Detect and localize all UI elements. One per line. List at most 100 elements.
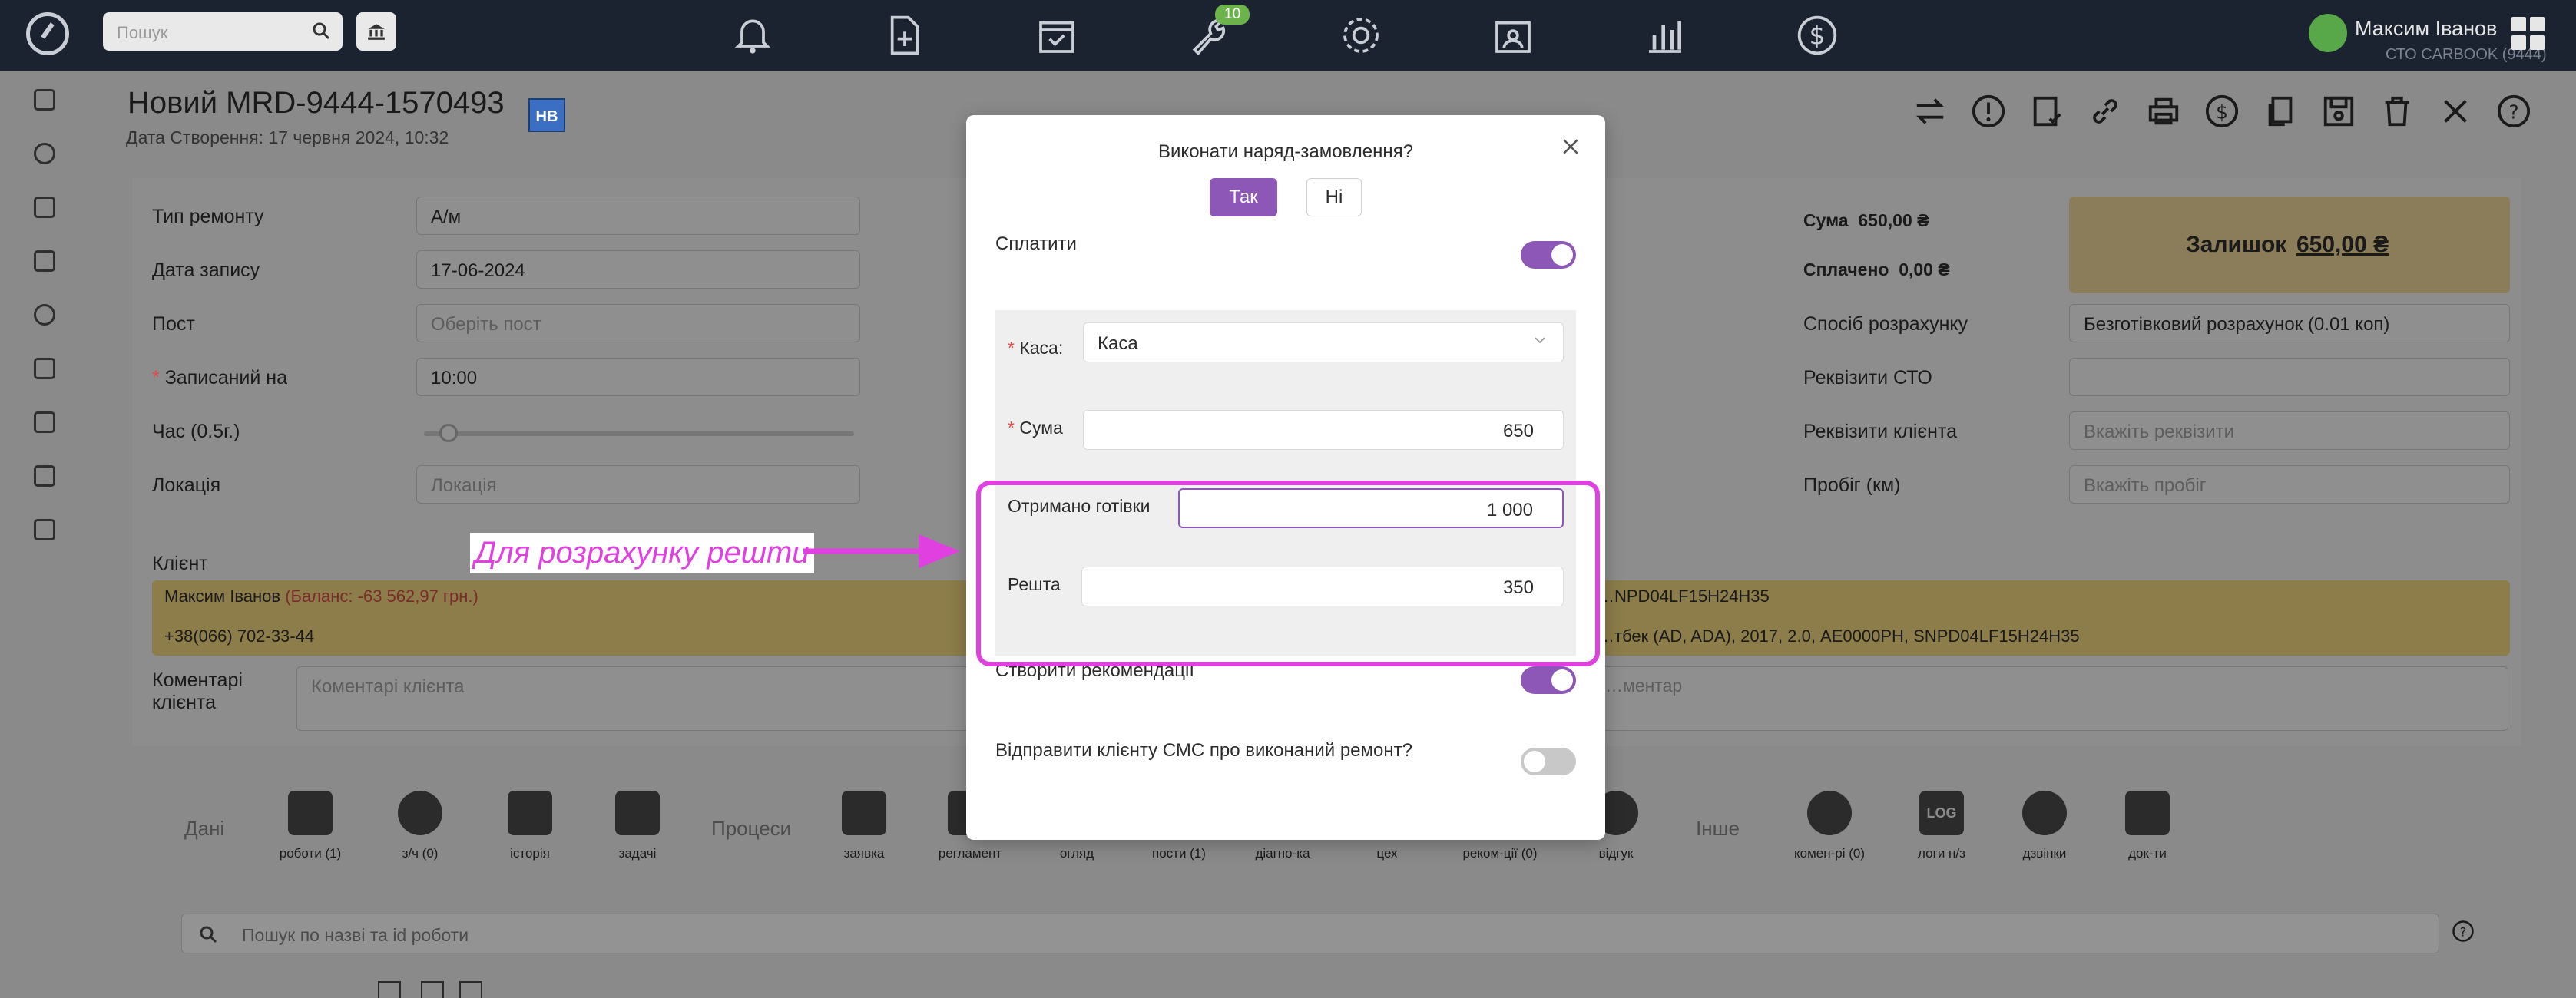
bank-icon (368, 24, 385, 40)
sidebar-analytics-icon[interactable] (34, 358, 55, 379)
sidebar-users-icon[interactable] (34, 304, 55, 326)
bank-button[interactable] (356, 12, 396, 51)
location-placeholder: Локація (431, 475, 497, 496)
search-placeholder: Пошук (117, 23, 168, 42)
sidebar-list-icon[interactable] (34, 519, 55, 540)
tab-label: відгук (1598, 846, 1634, 861)
sidebar-cashbox-icon[interactable] (34, 411, 55, 433)
alert-icon[interactable] (1971, 94, 2006, 129)
tabs-section-data: Дані (184, 817, 225, 840)
time-label: Час (0.5г.) (152, 421, 240, 442)
user-avatar[interactable] (2309, 14, 2347, 52)
calendar-person-icon[interactable] (1492, 14, 1535, 57)
apps-grid-icon[interactable] (2511, 17, 2545, 51)
tab-label: історія (510, 846, 550, 861)
global-search-input[interactable]: Пошук (103, 12, 343, 51)
sidebar-dashboard-icon[interactable] (34, 143, 55, 164)
sum-input[interactable]: 650 (1083, 410, 1564, 450)
pay-toggle[interactable] (1521, 241, 1576, 269)
tab-logs[interactable]: LOG логи н/з (1896, 791, 1988, 875)
tab-works[interactable]: роботи (1) (264, 791, 356, 875)
sto-requisites-label: Реквізити СТО (1803, 367, 1932, 388)
copy-icon[interactable] (2263, 94, 2298, 129)
payment-icon[interactable]: $ (2204, 94, 2240, 129)
mileage-input[interactable]: Вкажіть пробіг (2069, 465, 2510, 504)
tab-parts[interactable]: з/ч (0) (374, 791, 466, 875)
booked-label: * Записаний на (152, 367, 287, 389)
mileage-placeholder: Вкажіть пробіг (2084, 475, 2207, 496)
notification-badge: 10 (1215, 5, 1250, 25)
tab-history[interactable]: історія (484, 791, 576, 875)
table-icon[interactable] (459, 981, 482, 998)
phone-icon (2022, 791, 2067, 835)
bar-chart-icon[interactable] (1644, 14, 1687, 57)
cash-value: Каса (1098, 333, 1138, 354)
tree-icon[interactable] (421, 981, 444, 998)
carbook-logo-icon[interactable] (26, 12, 69, 55)
top-bar: Пошук 10 $ Максим Іванов СТО CARBOOK (94… (0, 0, 2576, 71)
no-button[interactable]: Ні (1306, 178, 1362, 216)
post-label: Пост (152, 313, 195, 335)
repair-type-select[interactable]: А/м (416, 197, 860, 235)
tab-label: заявка (843, 846, 885, 861)
booked-time-input[interactable]: 10:00 (416, 358, 860, 396)
sum-label: Сума (1803, 210, 1849, 230)
help-icon[interactable]: ? (2496, 94, 2531, 129)
time-slider[interactable] (424, 431, 854, 436)
client-name[interactable]: Максим Іванов (Баланс: -63 562,97 грн.) (164, 587, 478, 606)
save-icon[interactable] (2321, 94, 2356, 129)
print-icon[interactable] (2146, 94, 2181, 129)
link-icon[interactable] (2088, 94, 2123, 129)
tab-comments[interactable]: комен-рі (0) (1783, 791, 1876, 875)
work-search-input[interactable]: Пошук по назві та id роботи (181, 914, 2439, 953)
add-row-icon[interactable] (378, 981, 401, 998)
sum-value: 650,00 ₴ (1858, 210, 1929, 230)
sidebar-inbox-icon[interactable] (34, 197, 55, 218)
tab-label: пости (1) (1152, 846, 1206, 861)
close-page-icon[interactable] (2438, 94, 2473, 129)
sidebar-laptop-icon[interactable] (34, 89, 55, 111)
checklist-icon[interactable] (2029, 94, 2064, 129)
user-name[interactable]: Максим Іванов (2355, 17, 2497, 41)
record-date-input[interactable]: 17-06-2024 (416, 250, 860, 289)
client-requisites-label: Реквізити клієнта (1803, 421, 1958, 442)
sidebar-reports-icon[interactable] (34, 465, 55, 487)
yes-button[interactable]: Так (1210, 178, 1277, 216)
tab-documents[interactable]: док-ти (2101, 791, 2194, 875)
calendar-check-icon[interactable] (1035, 14, 1078, 57)
tab-request[interactable]: заявка (818, 791, 910, 875)
create-recommendations-toggle[interactable] (1521, 666, 1576, 694)
tab-calls[interactable]: дзвінки (1998, 791, 2091, 875)
client-requisites-select[interactable]: Вкажіть реквізити (2069, 411, 2510, 450)
client-car[interactable]: …тбек (AD, ADA), 2017, 2.0, AE0000PH, SN… (1598, 626, 2080, 646)
transfer-icon[interactable] (1912, 94, 1948, 129)
new-document-icon[interactable] (883, 14, 926, 57)
gear-icon[interactable] (1339, 14, 1382, 57)
tabs-section-processes: Процеси (711, 817, 792, 840)
tab-label: діагно-ка (1255, 846, 1310, 861)
cash-label-text: Каса (1019, 338, 1058, 358)
client-requisites-placeholder: Вкажіть реквізити (2084, 421, 2235, 442)
time-slider-handle[interactable] (439, 424, 458, 442)
tools-icon (288, 791, 333, 835)
help-circle-icon[interactable]: ? (2452, 920, 2475, 943)
payment-method-select[interactable]: Безготівковий розрахунок (0.01 коп) (2069, 304, 2510, 342)
tab-tasks[interactable]: задачі (591, 791, 684, 875)
log-icon: LOG (1919, 791, 1964, 835)
sto-requisites-select[interactable] (2069, 358, 2510, 396)
required-mark: * (1008, 338, 1020, 358)
client-phone[interactable]: +38(066) 702-33-44 (164, 626, 314, 646)
cash-select[interactable]: Каса (1083, 322, 1564, 362)
comments-icon (1807, 791, 1852, 835)
sum-label: * Сума (1008, 418, 1063, 438)
trash-icon[interactable] (2379, 94, 2415, 129)
tab-label: з/ч (0) (402, 846, 439, 861)
send-sms-toggle[interactable] (1521, 748, 1576, 775)
dollar-icon[interactable]: $ (1796, 14, 1839, 57)
location-select[interactable]: Локація (416, 465, 860, 504)
bell-icon[interactable] (731, 14, 774, 57)
close-icon[interactable] (1559, 135, 1582, 158)
post-select[interactable]: Оберіть пост (416, 304, 860, 342)
sidebar-orders-icon[interactable] (34, 250, 55, 272)
leftover-value[interactable]: 650,00 ₴ (2296, 232, 2389, 258)
